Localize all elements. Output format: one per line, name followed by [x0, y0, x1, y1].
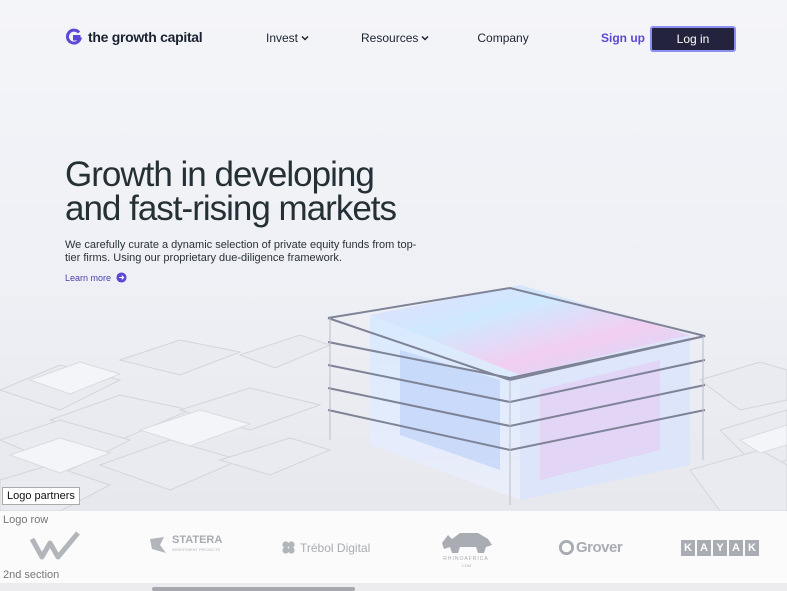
statera-tagline: INVESTMENT PROJECTS — [172, 547, 221, 552]
arrow-right-circle-icon — [116, 272, 127, 283]
hero-illustration — [0, 285, 787, 511]
statera-name: STATERA — [172, 534, 223, 546]
nav-links: Invest Resources Company — [266, 31, 529, 45]
rhino-name: RHINOAFRICA — [443, 556, 489, 562]
nav-invest-label: Invest — [266, 31, 299, 45]
kayak-letter: K — [745, 540, 759, 556]
scrollbar-thumb[interactable] — [152, 587, 355, 591]
kayak-letter: A — [729, 540, 743, 556]
grover-name: Grover — [576, 539, 623, 556]
statera-icon — [150, 537, 166, 553]
top-navbar: the growth capital Invest Resources Comp… — [0, 0, 787, 76]
signup-link[interactable]: Sign up — [601, 31, 645, 45]
learn-more-link[interactable]: Learn more — [65, 272, 127, 283]
kayak-letter: A — [697, 540, 711, 556]
partner-logo-row: STATERA INVESTMENT PROJECTS Trébol Digit… — [0, 511, 787, 583]
grover-g-icon — [558, 539, 575, 556]
nav-company-label: Company — [477, 31, 529, 45]
partner-logo-grover: Grover — [558, 539, 623, 556]
login-button[interactable]: Log in — [650, 26, 736, 52]
growth-g-icon — [66, 28, 82, 45]
nav-resources-label: Resources — [361, 31, 419, 45]
kayak-letter: K — [681, 540, 695, 556]
brand-logo[interactable]: the growth capital — [66, 28, 203, 46]
logo-partners-tag: Logo partners — [2, 487, 80, 505]
second-section-tag: 2nd section — [3, 569, 60, 581]
w-mark-icon — [30, 531, 80, 560]
kayak-icon: K A Y A K — [681, 540, 759, 556]
rhino-icon — [442, 533, 492, 553]
nav-invest[interactable]: Invest — [266, 31, 309, 45]
trebol-name: Trébol Digital — [300, 540, 371, 555]
horizontal-scrollbar[interactable] — [0, 583, 787, 591]
partner-logo-kayak: K A Y A K — [681, 540, 759, 556]
learn-more-label: Learn more — [65, 272, 112, 283]
hero-title: Growth in developing and fast-rising mar… — [65, 157, 485, 228]
brand-name: the growth capital — [88, 29, 203, 45]
rhino-tagline: .COM — [460, 563, 472, 568]
partner-logo-trebol: Trébol Digital — [281, 540, 370, 555]
nav-company[interactable]: Company — [477, 31, 528, 45]
kayak-letter: Y — [713, 540, 727, 556]
chevron-down-icon — [301, 35, 309, 41]
hero-title-line2: and fast-rising markets — [65, 189, 397, 228]
partner-logo-w — [30, 531, 82, 561]
chevron-down-icon — [421, 35, 429, 41]
partner-logo-rhinoafrica: RHINOAFRICA .COM — [438, 529, 494, 568]
clover-icon — [282, 541, 295, 554]
nav-resources[interactable]: Resources — [361, 31, 429, 45]
hero-subtitle: We carefully curate a dynamic selection … — [65, 239, 417, 264]
partner-logo-statera: STATERA INVESTMENT PROJECTS — [148, 535, 222, 555]
logo-row-tag: Logo row — [3, 514, 49, 526]
